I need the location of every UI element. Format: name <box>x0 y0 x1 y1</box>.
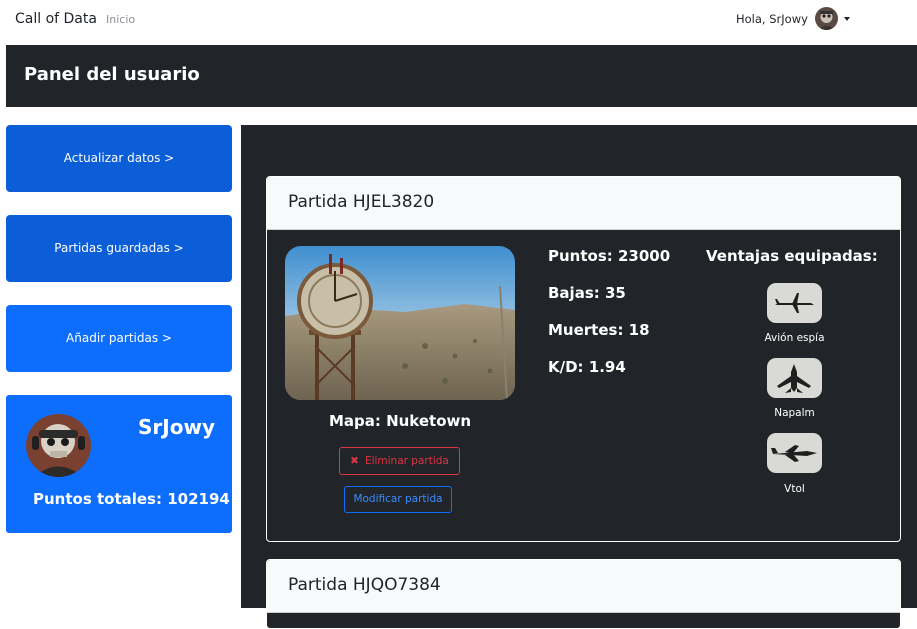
add-matches-button[interactable]: Añadir partidas > <box>6 305 232 372</box>
perk-label-vtol: Vtol <box>784 483 805 495</box>
brand-link[interactable]: Call of Data <box>15 11 97 27</box>
user-greeting[interactable]: Hola, SrJowy <box>736 12 808 26</box>
close-icon: ✖ <box>350 455 359 467</box>
delete-match-button[interactable]: ✖ Eliminar partida <box>339 447 460 475</box>
user-summary-card: SrJowy Puntos totales: 102194 <box>6 395 232 533</box>
map-image <box>285 246 515 400</box>
perks-title: Ventajas equipadas: <box>706 247 878 265</box>
user-avatar-small[interactable] <box>815 7 838 30</box>
match-card-header: Partida HJEL3820 <box>267 177 900 230</box>
user-avatar <box>26 414 91 477</box>
chevron-down-icon[interactable] <box>844 17 850 21</box>
stat-kills: Bajas: 35 <box>548 284 626 302</box>
napalm-jet-icon <box>767 358 822 398</box>
map-name: Mapa: Nuketown <box>328 412 472 430</box>
delete-match-label: Eliminar partida <box>364 455 449 467</box>
stat-points: Puntos: 23000 <box>548 247 671 265</box>
user-total-points: Puntos totales: 102194 <box>33 490 230 508</box>
page-title: Panel del usuario <box>24 64 200 85</box>
edit-match-button[interactable]: Modificar partida <box>344 486 452 513</box>
match-card: Partida HJEL3820 Mapa: Nuketown ✖ Elimin… <box>266 176 901 542</box>
stat-deaths: Muertes: 18 <box>548 321 650 339</box>
user-name: SrJowy <box>138 415 215 439</box>
match-card-header: Partida HJQO7384 <box>267 560 900 613</box>
page-header: Panel del usuario <box>6 45 917 107</box>
nav-link-inicio[interactable]: Inicio <box>106 13 135 26</box>
perk-label-napalm: Napalm <box>774 407 815 419</box>
top-navbar: Call of Data Inicio Hola, SrJowy <box>0 0 917 38</box>
perk-label-spy-plane: Avión espía <box>764 332 825 344</box>
saved-matches-button[interactable]: Partidas guardadas > <box>6 215 232 282</box>
stat-kd: K/D: 1.94 <box>548 358 626 376</box>
spy-plane-icon <box>767 283 822 323</box>
vtol-icon <box>767 433 822 473</box>
match-title: Partida HJQO7384 <box>288 575 441 595</box>
match-card: Partida HJQO7384 <box>266 559 901 629</box>
update-data-button[interactable]: Actualizar datos > <box>6 125 232 192</box>
match-title: Partida HJEL3820 <box>288 192 435 212</box>
